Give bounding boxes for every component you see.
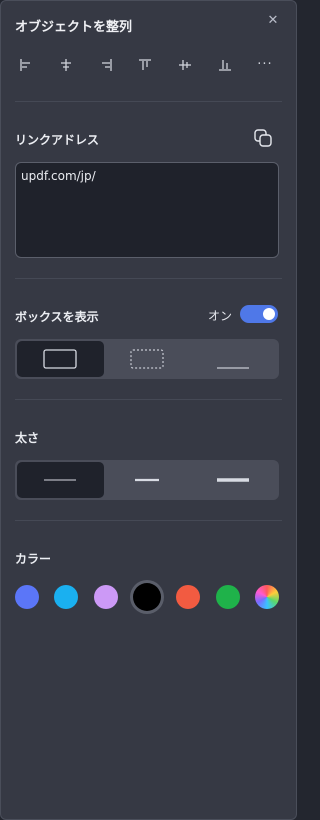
close-button[interactable]: ✕ (266, 12, 280, 30)
border-style-underline[interactable] (190, 341, 277, 377)
thickness-selector (15, 460, 279, 500)
color-swatch-black[interactable] (132, 583, 161, 611)
link-address-input[interactable]: updf.com/jp/ (15, 162, 279, 258)
solid-border-icon (43, 349, 77, 369)
align-left-button[interactable] (13, 53, 39, 77)
more-icon: ··· (257, 57, 273, 72)
thickness-thin[interactable] (17, 462, 104, 498)
align-left-icon (20, 59, 30, 71)
link-address-label: リンクアドレス (15, 133, 100, 147)
dotted-border-icon (130, 349, 164, 369)
color-swatch-cyan[interactable] (54, 585, 79, 609)
align-horizontal-center-icon (60, 59, 71, 71)
color-swatch-blue[interactable] (15, 585, 39, 609)
color-swatch-multicolor[interactable] (254, 585, 279, 609)
align-top-icon (139, 59, 152, 70)
align-top-button[interactable] (132, 53, 158, 77)
underline-icon (217, 367, 250, 369)
align-right-button[interactable] (93, 53, 119, 77)
copy-link-button[interactable] (252, 127, 274, 149)
copy-icon (254, 129, 272, 147)
border-style-selector (15, 339, 279, 379)
align-bottom-icon (219, 60, 232, 71)
divider (15, 278, 282, 279)
thick-line-icon (217, 478, 250, 482)
object-panel: オブジェクトを整列 ✕ ··· リンクアドレス updf.com/jp/ ボック… (0, 0, 297, 820)
medium-line-icon (134, 478, 159, 482)
show-box-toggle[interactable] (240, 305, 278, 323)
align-right-icon (101, 59, 112, 71)
thickness-medium[interactable] (104, 462, 191, 498)
align-horizontal-center-button[interactable] (53, 53, 79, 77)
toggle-knob (263, 308, 275, 320)
align-bottom-button[interactable] (212, 53, 238, 77)
show-box-label: ボックスを表示 (15, 310, 99, 324)
divider (15, 101, 282, 102)
align-vertical-center-icon (179, 60, 192, 70)
divider (15, 399, 282, 400)
border-style-solid[interactable] (17, 341, 104, 377)
thickness-thick[interactable] (190, 462, 277, 498)
color-label: カラー (15, 552, 52, 566)
align-toolbar: ··· (13, 53, 278, 77)
divider (15, 520, 282, 521)
color-swatch-lavender[interactable] (93, 585, 118, 609)
more-options-button[interactable]: ··· (252, 53, 278, 77)
close-icon: ✕ (267, 13, 279, 28)
thickness-label: 太さ (15, 431, 40, 445)
align-vertical-center-button[interactable] (172, 53, 198, 77)
thin-line-icon (44, 479, 76, 481)
color-swatches (15, 581, 279, 613)
color-swatch-orange-red[interactable] (176, 585, 201, 609)
border-style-dotted[interactable] (104, 341, 191, 377)
toggle-state-label: オン (207, 309, 232, 323)
color-swatch-green[interactable] (215, 585, 240, 609)
panel-title: オブジェクトを整列 (15, 20, 133, 35)
